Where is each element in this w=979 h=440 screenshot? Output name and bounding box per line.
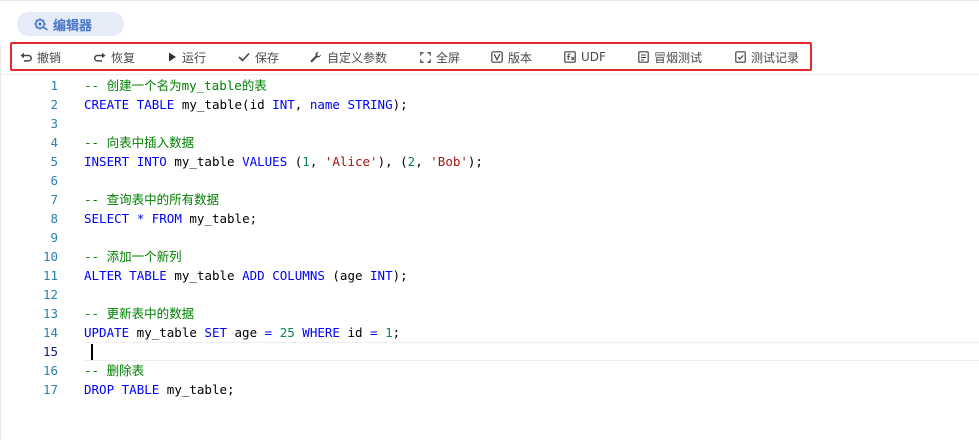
redo-label: 恢复	[111, 50, 136, 65]
code-text[interactable]: INSERT INTO my_table VALUES (1, 'Alice')…	[84, 152, 483, 171]
undo-icon	[20, 52, 32, 62]
text-caret	[91, 344, 93, 360]
line-number: 9	[50, 230, 58, 245]
line-number: 6	[50, 173, 58, 188]
code-line[interactable]: 17 DROP TABLE my_table;	[0, 380, 979, 399]
smoke-test-button[interactable]: 冒烟测试	[638, 49, 702, 65]
version-label: 版本	[508, 50, 533, 65]
tab-strip: 编辑器	[0, 1, 979, 43]
undo-button[interactable]: 撤销	[20, 49, 61, 65]
line-number: 16	[42, 363, 58, 378]
editor-tab-label: 编辑器	[53, 18, 93, 34]
line-number: 17	[42, 382, 58, 397]
custom-params-button[interactable]: 自定义参数	[310, 49, 387, 65]
code-line[interactable]: 16 -- 删除表	[0, 361, 979, 380]
code-line[interactable]: 5 INSERT INTO my_table VALUES (1, 'Alice'…	[0, 152, 979, 171]
code-line[interactable]: 12	[0, 285, 979, 304]
udf-label: UDF	[581, 50, 606, 64]
code-line[interactable]: 8 SELECT * FROM my_table;	[0, 209, 979, 228]
line-number: 10	[42, 249, 58, 264]
fullscreen-button[interactable]: 全屏	[420, 49, 460, 65]
line-number: 7	[50, 192, 58, 207]
smoke-test-label: 冒烟测试	[654, 50, 703, 65]
code-line[interactable]: 13 -- 更新表中的数据	[0, 304, 979, 323]
editor-tab[interactable]: 编辑器	[17, 12, 124, 36]
code-line[interactable]: 3	[0, 114, 979, 133]
line-number: 2	[50, 97, 58, 112]
current-line-highlight	[84, 342, 979, 361]
save-button[interactable]: 保存	[238, 49, 279, 65]
custom-params-label: 自定义参数	[327, 50, 388, 65]
line-number: 4	[50, 135, 58, 150]
test-record-label: 测试记录	[751, 50, 800, 65]
code-line[interactable]: 10 -- 添加一个新列	[0, 247, 979, 266]
code-text[interactable]: UPDATE my_table SET age = 25 WHERE id = …	[84, 323, 400, 342]
version-icon	[491, 51, 503, 63]
fullscreen-icon	[420, 51, 431, 63]
line-number: 5	[50, 154, 58, 169]
line-number: 1	[50, 78, 58, 93]
fullscreen-label: 全屏	[436, 50, 461, 65]
code-text[interactable]: CREATE TABLE my_table(id INT, name STRIN…	[84, 95, 408, 114]
code-text[interactable]: -- 创建一个名为my_table的表	[84, 76, 267, 95]
line-number: 11	[42, 268, 58, 283]
code-text[interactable]: -- 查询表中的所有数据	[84, 190, 219, 209]
code-line[interactable]: 2 CREATE TABLE my_table(id INT, name STRI…	[0, 95, 979, 114]
code-line[interactable]: 11 ALTER TABLE my_table ADD COLUMNS (age …	[0, 266, 979, 285]
redo-icon	[94, 52, 106, 62]
code-text[interactable]: SELECT * FROM my_table;	[84, 209, 257, 228]
line-number: 12	[42, 287, 58, 302]
toolbar-divider	[0, 74, 979, 75]
code-text[interactable]: DROP TABLE my_table;	[84, 380, 235, 399]
udf-button[interactable]: UDF	[564, 49, 606, 65]
version-button[interactable]: 版本	[491, 49, 532, 65]
code-text[interactable]: -- 更新表中的数据	[84, 304, 194, 323]
function-icon	[564, 51, 576, 63]
wrench-icon	[310, 51, 322, 63]
code-line[interactable]: 6	[0, 171, 979, 190]
code-text[interactable]: ALTER TABLE my_table ADD COLUMNS (age IN…	[84, 266, 408, 285]
code-line[interactable]: 9	[0, 228, 979, 247]
undo-label: 撤销	[37, 50, 62, 65]
run-button[interactable]: 运行	[168, 49, 206, 65]
code-line[interactable]: 4 -- 向表中插入数据	[0, 133, 979, 152]
code-line[interactable]: 15	[0, 342, 979, 361]
line-number: 15	[42, 344, 58, 359]
check-icon	[238, 52, 250, 62]
line-number: 13	[42, 306, 58, 321]
test-record-button[interactable]: 测试记录	[735, 49, 799, 65]
run-label: 运行	[182, 50, 207, 65]
code-line[interactable]: 14 UPDATE my_table SET age = 25 WHERE id …	[0, 323, 979, 342]
line-number: 8	[50, 211, 58, 226]
play-icon	[169, 52, 176, 62]
code-text[interactable]: -- 向表中插入数据	[84, 133, 194, 152]
code-text[interactable]: -- 添加一个新列	[84, 247, 182, 266]
code-editor[interactable]: 1 -- 创建一个名为my_table的表 2 CREATE TABLE my_tab…	[0, 76, 979, 440]
code-text[interactable]: -- 删除表	[84, 361, 144, 380]
code-line[interactable]: 1 -- 创建一个名为my_table的表	[0, 76, 979, 95]
code-line[interactable]: 7 -- 查询表中的所有数据	[0, 190, 979, 209]
smoke-test-icon	[638, 51, 649, 63]
test-record-icon	[735, 51, 746, 63]
save-label: 保存	[255, 50, 280, 65]
line-number: 3	[50, 116, 58, 131]
editor-gear-icon	[34, 18, 48, 31]
redo-button[interactable]: 恢复	[94, 49, 135, 65]
toolbar: 撤销 恢复 运行 保存 自定义参数 全屏 版本 UDF 冒烟测试 测试记录	[12, 44, 810, 69]
line-number: 14	[42, 325, 58, 340]
